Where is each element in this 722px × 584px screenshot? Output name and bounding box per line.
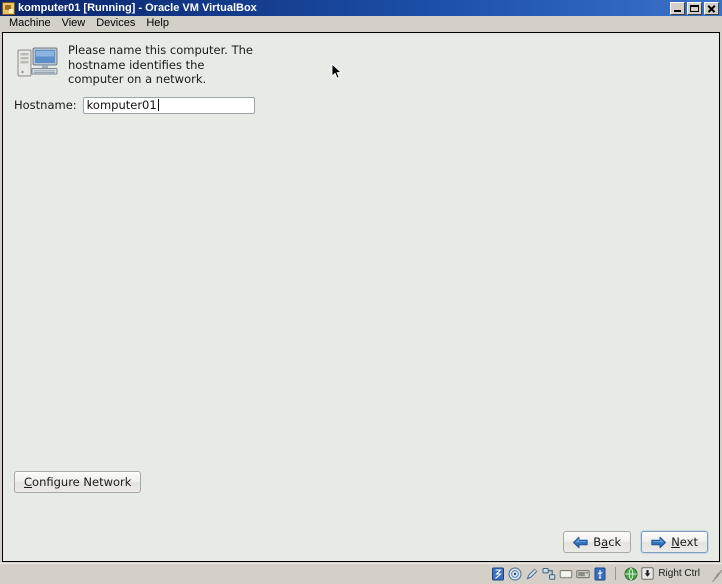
next-rest: ext — [679, 535, 698, 549]
configure-label: onfigure Network — [32, 475, 132, 489]
configure-network-wrapper: Configure Network — [14, 471, 142, 493]
usb-icon[interactable] — [593, 567, 607, 581]
hostname-label: Hostname: — [14, 98, 77, 112]
hostname-hint-row: Please name this computer. The hostname … — [3, 33, 719, 87]
navigation-buttons: Back Next — [563, 531, 708, 553]
next-accel: N — [671, 535, 680, 549]
configure-accel: C — [24, 475, 33, 489]
virtualbox-icon — [2, 1, 15, 15]
arrow-left-icon — [573, 536, 588, 549]
minimize-button[interactable] — [670, 1, 685, 15]
host-key-indicator[interactable]: Right Ctrl — [641, 566, 700, 581]
remote-desktop-icon[interactable] — [624, 567, 638, 581]
menu-item-devices[interactable]: Devices — [91, 16, 141, 31]
optical-disk-icon[interactable] — [508, 567, 522, 581]
next-button[interactable]: Next — [641, 531, 708, 553]
window-title: komputer01 [Running] - Oracle VM Virtual… — [18, 2, 257, 14]
hard-disk-icon[interactable] — [491, 567, 505, 581]
hostname-row: Hostname: komputer01 — [3, 87, 719, 114]
vm-guest-screen[interactable]: Please name this computer. The hostname … — [2, 32, 720, 562]
maximize-button[interactable] — [687, 1, 702, 15]
floppy-disk-icon[interactable] — [525, 567, 539, 581]
back-rest: ck — [608, 535, 622, 549]
device-indicators: Right Ctrl — [491, 566, 722, 582]
host-key-label: Right Ctrl — [658, 568, 700, 579]
menu-item-view[interactable]: View — [57, 16, 92, 31]
vm-statusbar: Right Ctrl — [0, 563, 722, 583]
menubar: Machine View Devices Help — [0, 16, 722, 31]
network-icon[interactable] — [542, 567, 556, 581]
resize-grip[interactable] — [708, 567, 722, 582]
close-button[interactable] — [704, 1, 719, 15]
configure-network-button[interactable]: Configure Network — [14, 471, 142, 493]
menu-item-help[interactable]: Help — [141, 16, 175, 31]
host-key-icon — [641, 566, 655, 581]
text-caret — [157, 99, 159, 111]
vm-screen-wrapper: Please name this computer. The hostname … — [0, 31, 722, 563]
window-controls — [670, 1, 721, 15]
computer-network-icon — [17, 46, 59, 80]
hostname-input[interactable]: komputer01 — [82, 96, 255, 114]
hostname-hint-text: Please name this computer. The hostname … — [68, 43, 253, 86]
menu-item-machine[interactable]: Machine — [4, 16, 57, 31]
shared-folder-icon[interactable] — [559, 567, 573, 581]
back-button[interactable]: Back — [563, 531, 632, 553]
virtualbox-window: komputer01 [Running] - Oracle VM Virtual… — [0, 0, 722, 583]
display-icon[interactable] — [576, 567, 591, 581]
arrow-right-icon — [651, 536, 667, 549]
window-titlebar[interactable]: komputer01 [Running] - Oracle VM Virtual… — [0, 0, 722, 16]
back-pre: B — [593, 535, 602, 549]
hostname-input-value: komputer01 — [86, 98, 157, 112]
statusbar-separator — [615, 567, 617, 580]
